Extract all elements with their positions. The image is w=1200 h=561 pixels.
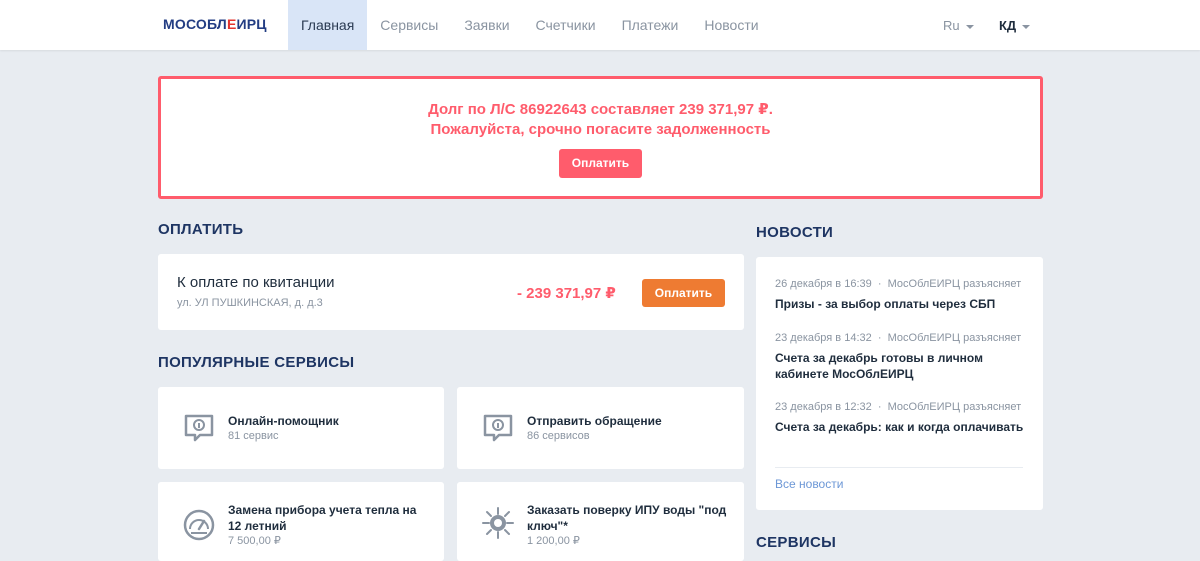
service-name: Онлайн-помощник [228,414,339,428]
news-title: Счета за декабрь готовы в личном кабинет… [775,351,983,381]
gauge-icon [183,509,215,541]
pay-card-address: ул. УЛ ПУШКИНСКАЯ, д. д.3 [177,297,323,309]
news-item[interactable]: 26 декабря в 16:39 · МосОблЕИРЦ разъясня… [775,277,1035,312]
news-source: МосОблЕИРЦ разъясняет [887,278,1022,290]
news-section-title: НОВОСТИ [756,224,834,241]
nav-item-meters[interactable]: Счетчики [523,0,609,50]
news-title: Призы - за выбор оплаты через СБП [775,297,996,311]
service-name: Заказать поверку ИПУ воды "под ключ"* [527,503,727,533]
debt-alert-subtext: Пожалуйста, срочно погасите задолженност… [430,121,771,138]
news-meta: 23 декабря в 12:32 · МосОблЕИРЦ разъясня… [775,401,1022,413]
chat-icon [184,414,214,442]
pay-card-amount: - 239 371,97 ₽ [517,285,616,302]
chat-icon [483,414,513,442]
top-header: МОСОБЛЕИРЦ Главная Сервисы Заявки Счетчи… [0,0,1200,50]
user-initials: КД [999,18,1017,33]
pay-card: К оплате по квитанции ул. УЛ ПУШКИНСКАЯ,… [158,254,744,330]
services-section-title: СЕРВИСЫ [756,534,837,551]
service-name: Замена прибора учета тепла на 12 летний [228,503,417,533]
logo-text-part3: ИРЦ [236,16,267,32]
news-item[interactable]: 23 декабря в 12:32 · МосОблЕИРЦ разъясня… [775,400,1035,435]
user-menu[interactable]: КД [999,18,1031,33]
language-selector[interactable]: Ru [943,18,974,33]
nav-item-news[interactable]: Новости [691,0,771,50]
chevron-down-icon [1022,24,1031,29]
service-card-online-assistant[interactable]: Онлайн-помощник 81 сервис [158,387,444,469]
service-card-send-request[interactable]: Отправить обращение 86 сервисов [457,387,744,469]
popular-services-title: ПОПУЛЯРНЫЕ СЕРВИСЫ [158,354,355,371]
news-source: МосОблЕИРЦ разъясняет [887,401,1022,413]
logo-text-part2: Е [226,16,237,32]
debt-alert: Долг по Л/С 86922643 составляет 239 371,… [158,76,1043,199]
news-title: Счета за декабрь: как и когда оплачивать [775,420,1024,434]
news-meta: 23 декабря в 14:32 · МосОблЕИРЦ разъясня… [775,332,1022,344]
main-nav: Главная Сервисы Заявки Счетчики Платежи … [288,0,772,50]
all-news-link[interactable]: Все новости [775,477,843,491]
alert-pay-button[interactable]: Оплатить [559,149,642,178]
service-price: 1 200,00 ₽ [527,535,580,547]
chevron-down-icon [965,24,974,29]
divider [775,467,1023,468]
pay-button[interactable]: Оплатить [642,279,725,307]
sun-badge-icon [482,507,514,539]
service-card-heat-meter[interactable]: Замена прибора учета тепла на 12 летний … [158,482,444,561]
service-card-water-meter-check[interactable]: Заказать поверку ИПУ воды "под ключ"* 1 … [457,482,744,561]
news-meta: 26 декабря в 16:39 · МосОблЕИРЦ разъясня… [775,278,1022,290]
news-item[interactable]: 23 декабря в 14:32 · МосОблЕИРЦ разъясня… [775,331,1035,382]
debt-alert-message: Долг по Л/С 86922643 составляет 239 371,… [428,101,773,118]
pay-card-title: К оплате по квитанции [177,274,335,291]
nav-item-payments[interactable]: Платежи [609,0,692,50]
news-date: 26 декабря в 16:39 [775,278,872,290]
nav-item-services[interactable]: Сервисы [367,0,451,50]
service-count: 86 сервисов [527,430,590,442]
news-source: МосОблЕИРЦ разъясняет [887,332,1022,344]
logo[interactable]: МОСОБЛЕИРЦ [163,16,267,32]
logo-text-part1: МОСОБЛ [163,16,227,32]
news-card: 26 декабря в 16:39 · МосОблЕИРЦ разъясня… [756,257,1043,510]
nav-item-home[interactable]: Главная [288,0,368,50]
language-label: Ru [943,18,960,33]
service-count: 81 сервис [228,430,279,442]
news-date: 23 декабря в 12:32 [775,401,872,413]
service-price: 7 500,00 ₽ [228,535,281,547]
service-name: Отправить обращение [527,414,662,428]
pay-section-title: ОПЛАТИТЬ [158,221,244,238]
nav-item-requests[interactable]: Заявки [451,0,522,50]
news-date: 23 декабря в 14:32 [775,332,872,344]
